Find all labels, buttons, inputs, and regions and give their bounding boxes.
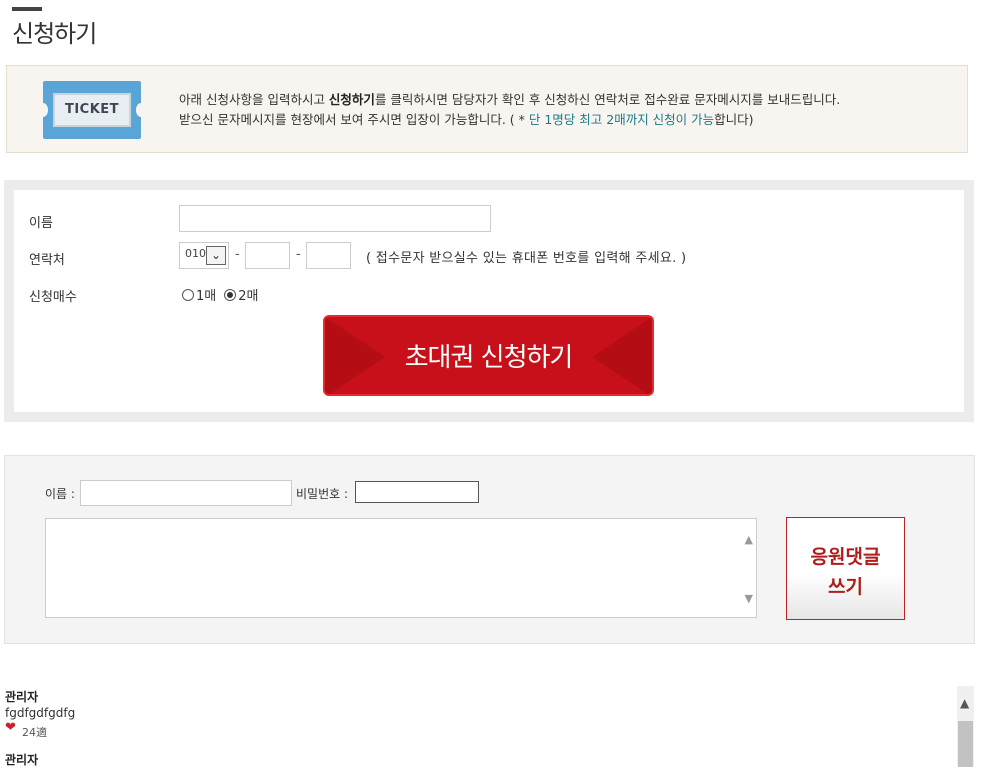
notice-line2-post: 합니다) (714, 112, 754, 127)
comment-author: 관리자 (5, 690, 39, 704)
quantity-option-1[interactable]: 1매 (196, 285, 216, 304)
application-form-frame: 이름 연락처 010 ⌄ - - ( 접수문자 받으실수 있는 휴대폰 번호를 … (4, 180, 974, 422)
quantity-radio-1[interactable] (182, 288, 194, 301)
ticket-notch-left (38, 103, 48, 117)
comment-password-input[interactable] (355, 481, 479, 503)
quantity-radio-2[interactable] (224, 288, 237, 301)
quantity-radio-group: 1매 2매 (182, 285, 266, 304)
comment-submit-button[interactable]: 응원댓글 쓰기 (786, 517, 905, 620)
heart-icon[interactable]: ❤ (5, 720, 16, 735)
comment-like-count: 24適 (22, 726, 47, 739)
phone-last-input[interactable] (306, 242, 351, 269)
comment-form: 이름 : 비밀번호 : ▲ ▼ 응원댓글 쓰기 (4, 455, 975, 644)
page-title: 신청하기 (12, 20, 97, 48)
scrollbar-thumb[interactable] (958, 721, 973, 767)
notice-panel: TICKET 아래 신청사항을 입력하시고 신청하기를 클릭하시면 담당자가 확… (6, 65, 968, 153)
contact-label: 연락처 (29, 253, 65, 268)
phone-prefix-value: 010 (185, 247, 206, 260)
comment-name-label: 이름 : (45, 487, 75, 501)
phone-dash-2: - (296, 247, 301, 262)
comment-name-input[interactable] (80, 480, 292, 506)
page-scrollbar[interactable]: ▲ (957, 686, 974, 767)
application-form: 이름 연락처 010 ⌄ - - ( 접수문자 받으실수 있는 휴대폰 번호를 … (14, 190, 964, 412)
scrollbar-up-icon[interactable]: ▲ (960, 696, 969, 710)
title-accent-bar (12, 7, 42, 11)
quantity-label: 신청매수 (29, 290, 77, 305)
comment-author-next: 관리자 (5, 753, 39, 767)
phone-dash-1: - (235, 247, 240, 262)
comment-textarea[interactable]: ▲ ▼ (45, 518, 757, 618)
chevron-down-icon[interactable]: ⌄ (206, 246, 226, 265)
ticket-label: TICKET (64, 102, 120, 117)
phone-help-text: ( 접수문자 받으실수 있는 휴대폰 번호를 입력해 주세요. ) (366, 251, 687, 266)
notice-text: 아래 신청사항을 입력하시고 신청하기를 클릭하시면 담당자가 확인 후 신청하… (179, 90, 840, 130)
phone-middle-input[interactable] (245, 242, 290, 269)
apply-ticket-button-label: 초대권 신청하기 (404, 343, 574, 373)
notice-line1-post: 를 클릭하시면 담당자가 확인 후 신청하신 연락처로 접수완료 문자메시지를 … (374, 92, 841, 107)
apply-ticket-button[interactable]: 초대권 신청하기 (323, 315, 654, 396)
scroll-down-icon[interactable]: ▼ (745, 592, 753, 605)
notice-line-2: 받으신 문자메시지를 현장에서 보여 주시면 입장이 가능합니다. ( * 단 … (179, 110, 840, 130)
ticket-icon: TICKET (38, 81, 146, 139)
comment-submit-label-1: 응원댓글 (810, 546, 881, 568)
ticket-notch-right (136, 103, 146, 117)
notice-line1-bold: 신청하기 (328, 92, 375, 107)
phone-prefix-select[interactable]: 010 ⌄ (179, 242, 229, 269)
comment-text: fgdfgdfgdfg (5, 706, 76, 720)
quantity-option-2[interactable]: 2매 (238, 285, 258, 304)
scroll-up-icon[interactable]: ▲ (745, 533, 753, 546)
notice-line-1: 아래 신청사항을 입력하시고 신청하기를 클릭하시면 담당자가 확인 후 신청하… (179, 90, 840, 110)
notice-line1-pre: 아래 신청사항을 입력하시고 (179, 92, 329, 107)
name-input[interactable] (179, 205, 491, 232)
name-label: 이름 (29, 216, 53, 231)
comment-password-label: 비밀번호 : (296, 487, 349, 501)
notice-line2-highlight: 단 1명당 최고 2매까지 신청이 가능 (528, 112, 715, 127)
comment-submit-label-2: 쓰기 (828, 576, 863, 598)
ticket-inner: TICKET (53, 93, 131, 127)
notice-line2-pre: 받으신 문자메시지를 현장에서 보여 주시면 입장이 가능합니다. ( * (179, 112, 529, 127)
